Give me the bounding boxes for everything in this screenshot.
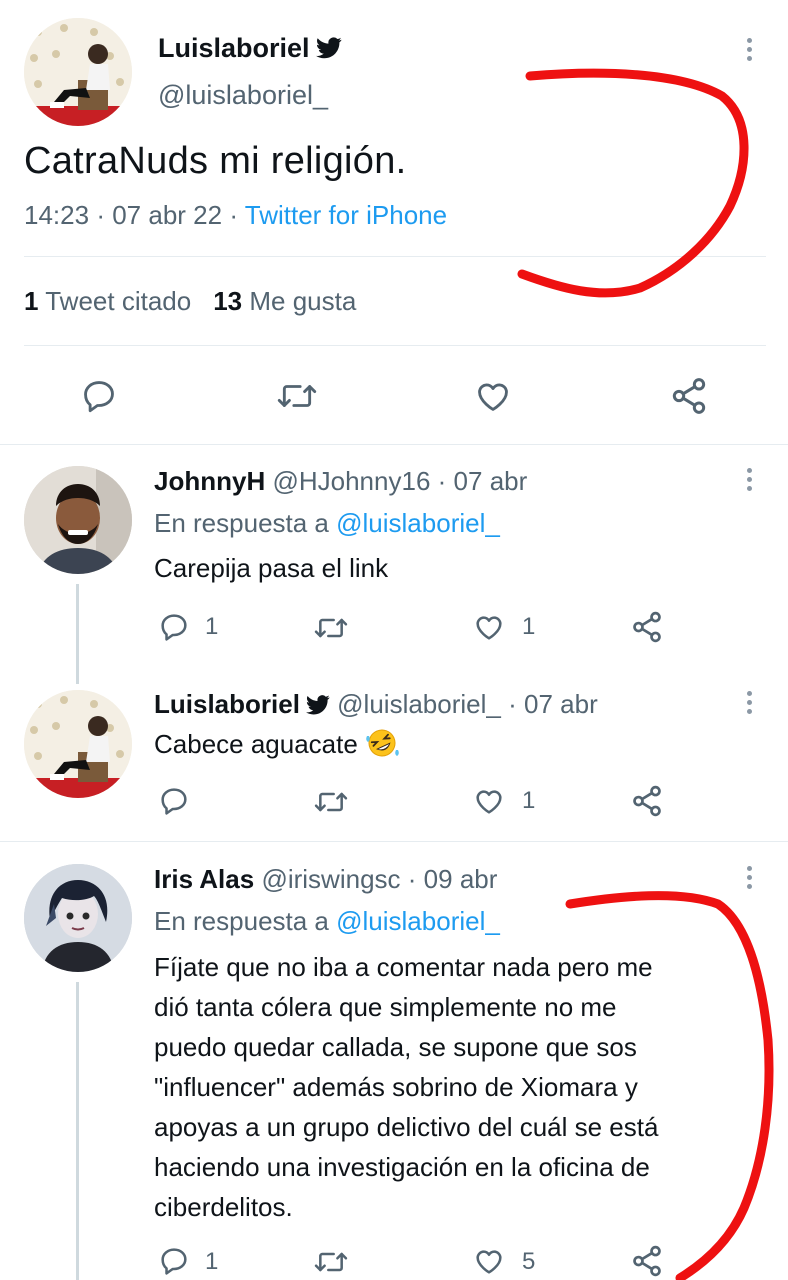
author-name[interactable]: Luislaboriel [158, 33, 342, 64]
reply-author-name[interactable]: Iris Alas [154, 864, 254, 894]
reply-header: Iris Alas @iriswingsc · 09 abr [154, 864, 498, 894]
reply-button[interactable] [80, 377, 118, 415]
reply-button[interactable] [158, 1245, 190, 1277]
like-button[interactable] [472, 785, 506, 817]
reply-mention-link[interactable]: @luislaboriel_ [336, 906, 500, 936]
retweet-icon [314, 1252, 348, 1272]
thread-line [76, 982, 79, 1280]
speech-bubble-icon [84, 381, 114, 413]
share-button[interactable] [630, 610, 664, 644]
reply-button[interactable] [158, 611, 190, 643]
twitter-bird-icon [315, 37, 342, 59]
reply-header: Luislaboriel @luislaboriel_ · 07 abr [154, 689, 598, 719]
tweet-source[interactable]: Twitter for iPhone [245, 200, 447, 230]
reply-author-handle[interactable]: @luislaboriel_ [337, 689, 501, 719]
tweet-date[interactable]: 07 abr 22 [112, 200, 222, 230]
divider [24, 345, 766, 346]
heart-icon [476, 1250, 502, 1274]
more-options-icon[interactable] [745, 468, 753, 495]
reply-author-handle[interactable]: @HJohnny16 [272, 466, 430, 496]
like-count: 5 [522, 1248, 536, 1275]
author-handle[interactable]: @luislaboriel_ [158, 80, 328, 111]
share-button[interactable] [630, 1244, 664, 1278]
heart-icon [476, 790, 502, 814]
reply-count: 1 [205, 613, 219, 640]
reply-date[interactable]: 07 abr [524, 689, 598, 719]
heart-icon [478, 383, 508, 411]
reply-date[interactable]: 07 abr [454, 466, 528, 496]
retweet-button[interactable] [313, 786, 349, 818]
speech-bubble-icon [161, 1248, 187, 1275]
reply-date[interactable]: 09 abr [424, 864, 498, 894]
more-options-icon[interactable] [745, 866, 753, 893]
speech-bubble-icon [161, 614, 187, 641]
reply-count: 1 [205, 1248, 219, 1275]
like-button[interactable] [473, 377, 513, 415]
share-button[interactable] [668, 376, 710, 416]
reply-author-handle[interactable]: @iriswingsc [261, 864, 400, 894]
share-icon [633, 785, 661, 817]
heart-icon [476, 616, 502, 640]
reply-author-name[interactable]: Luislaboriel [154, 689, 300, 719]
retweet-button[interactable] [313, 1246, 349, 1278]
tweet-text: CatraNuds mi religión. [24, 140, 407, 182]
reply-avatar[interactable] [24, 466, 132, 574]
more-options-icon[interactable] [745, 38, 753, 65]
quote-tweets-stat[interactable]: 1 Tweet citado [24, 286, 191, 316]
reply-mention-link[interactable]: @luislaboriel_ [336, 508, 500, 538]
reply-text: Cabece aguacate [154, 724, 399, 764]
retweet-icon [314, 792, 348, 812]
share-icon [633, 611, 661, 643]
divider [0, 444, 788, 445]
main-tweet: Luislaboriel @luislaboriel_ CatraNuds mi… [0, 0, 788, 444]
more-options-icon[interactable] [745, 691, 753, 718]
share-icon [633, 1245, 661, 1277]
reply-text: Fíjate que no iba a comentar nada pero m… [154, 952, 659, 1222]
divider [24, 256, 766, 257]
divider [0, 841, 788, 842]
rolling-laughing-emoji-icon [366, 729, 399, 757]
likes-stat[interactable]: 13 Me gusta [213, 286, 356, 316]
share-button[interactable] [630, 784, 664, 818]
replying-to: En respuesta a @luislaboriel_ [154, 508, 500, 538]
reply-avatar[interactable] [24, 690, 132, 798]
speech-bubble-icon [161, 788, 187, 815]
retweet-button[interactable] [276, 377, 318, 415]
reply-text: Carepija pasa el link [154, 553, 389, 583]
share-icon [672, 378, 706, 414]
reply-avatar[interactable] [24, 864, 132, 972]
replying-to: En respuesta a @luislaboriel_ [154, 906, 500, 936]
reply-button[interactable] [158, 785, 190, 817]
tweet-meta: 14:23 · 07 abr 22 · Twitter for iPhone [24, 200, 448, 230]
thread-line [76, 584, 79, 684]
like-count: 1 [522, 613, 536, 640]
author-avatar[interactable] [24, 18, 132, 126]
like-button[interactable] [472, 1245, 506, 1277]
like-button[interactable] [472, 611, 506, 643]
retweet-button[interactable] [313, 612, 349, 644]
reply-header: JohnnyH @HJohnny16 · 07 abr [154, 466, 528, 496]
reply-author-name[interactable]: JohnnyH [154, 466, 265, 496]
tweet-time: 14:23 [24, 200, 90, 230]
retweet-icon [277, 385, 317, 407]
like-count: 1 [522, 787, 536, 814]
twitter-bird-icon [305, 695, 330, 715]
tweet-stats: 1 Tweet citado 13 Me gusta [24, 286, 356, 317]
retweet-icon [314, 618, 348, 638]
